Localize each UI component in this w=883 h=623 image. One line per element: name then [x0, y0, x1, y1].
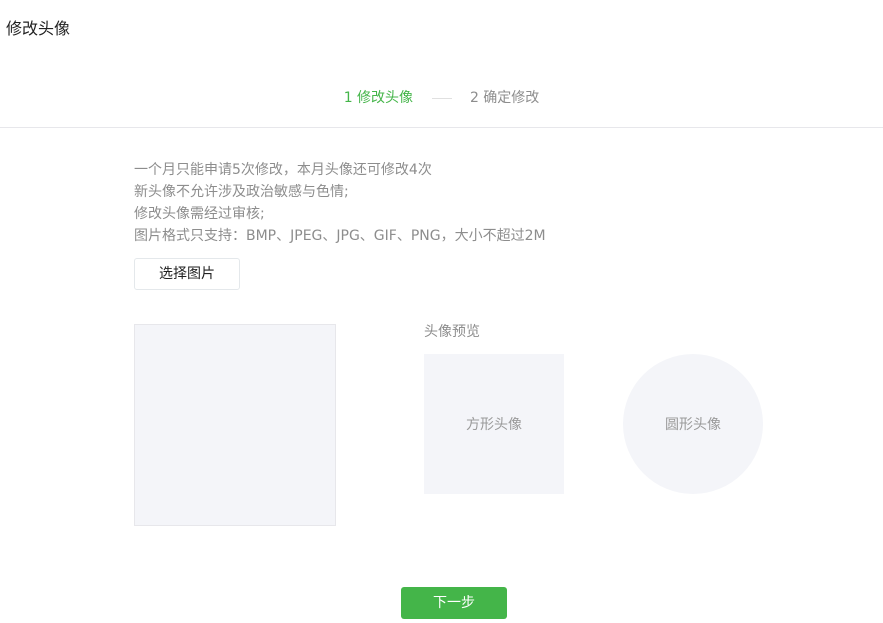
- circle-avatar-label: 圆形头像: [665, 417, 721, 433]
- note-item: 修改头像需经过审核;: [134, 206, 265, 222]
- header-divider: [0, 127, 883, 128]
- avatar-edit-page: 修改头像 1 修改头像 2 确定修改 一个月只能申请5次修改，本月头像还可修改4…: [0, 0, 883, 623]
- image-crop-area[interactable]: [134, 324, 336, 526]
- note-item: 图片格式只支持：BMP、JPEG、JPG、GIF、PNG，大小不超过2M: [134, 228, 546, 244]
- step-1-edit-avatar: 1 修改头像: [343, 90, 414, 106]
- select-image-button[interactable]: 选择图片: [134, 258, 240, 290]
- next-step-button[interactable]: 下一步: [401, 587, 507, 619]
- upload-notes: 一个月只能申请5次修改，本月头像还可修改4次 新头像不允许涉及政治敏感与色情; …: [134, 159, 546, 247]
- page-title: 修改头像: [6, 19, 71, 38]
- square-avatar-label: 方形头像: [466, 417, 522, 433]
- square-avatar-preview: 方形头像: [424, 354, 564, 494]
- note-item: 新头像不允许涉及政治敏感与色情;: [134, 184, 349, 200]
- step-2-confirm: 2 确定修改: [469, 90, 540, 106]
- preview-title: 头像预览: [424, 324, 480, 340]
- circle-avatar-preview: 圆形头像: [623, 354, 763, 494]
- step-separator: [431, 97, 452, 99]
- step-indicator: 1 修改头像 2 确定修改: [0, 88, 883, 108]
- note-item: 一个月只能申请5次修改，本月头像还可修改4次: [134, 162, 432, 178]
